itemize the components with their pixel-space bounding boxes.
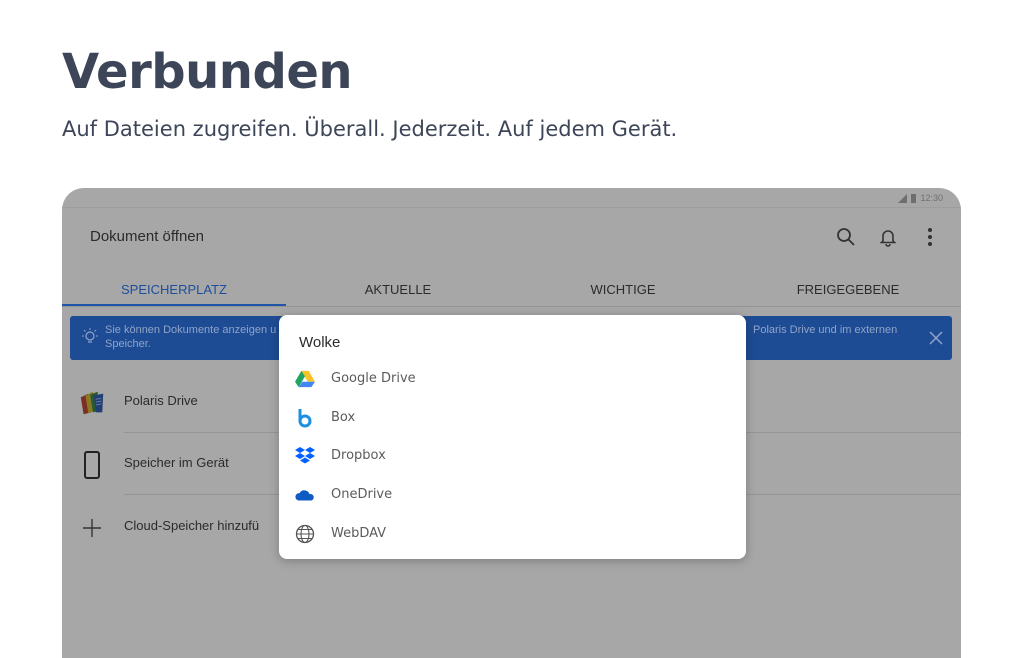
option-dropbox[interactable]: Dropbox xyxy=(279,437,746,475)
option-label: OneDrive xyxy=(331,487,393,502)
tab-freigegebene[interactable]: FREIGEGEBENE xyxy=(736,282,960,297)
status-divider xyxy=(62,207,961,208)
option-label: WebDAV xyxy=(331,526,387,541)
tab-aktuelle[interactable]: AKTUELLE xyxy=(286,282,510,297)
storage-item-label: Speicher im Gerät xyxy=(124,455,229,470)
lightbulb-icon xyxy=(82,328,98,351)
option-webdav[interactable]: WebDAV xyxy=(279,515,746,553)
option-label: Dropbox xyxy=(331,448,386,463)
page-headline: Verbunden xyxy=(62,44,353,100)
signal-icon xyxy=(898,193,908,203)
status-time: 12:30 xyxy=(920,193,943,203)
google-drive-icon xyxy=(295,369,315,389)
option-google-drive[interactable]: Google Drive xyxy=(279,360,746,398)
tab-speicherplatz[interactable]: SPEICHERPLATZ xyxy=(62,282,286,297)
banner-text-end: Polaris Drive und im externen xyxy=(753,324,898,336)
banner-text-start: Sie können Dokumente anzeigen u xyxy=(105,324,277,336)
app-title: Dokument öffnen xyxy=(90,228,204,245)
banner-text-line2: Speicher. xyxy=(105,338,151,350)
option-label: Google Drive xyxy=(331,371,416,386)
active-tab-indicator xyxy=(62,304,286,306)
option-box[interactable]: Box xyxy=(279,399,746,437)
box-icon xyxy=(295,408,315,428)
battery-icon xyxy=(911,193,917,203)
more-vert-icon[interactable] xyxy=(919,226,941,248)
status-bar: 12:30 xyxy=(898,191,943,205)
search-icon[interactable] xyxy=(835,226,857,248)
device-icon xyxy=(78,451,106,479)
option-onedrive[interactable]: OneDrive xyxy=(279,476,746,514)
page-subline: Auf Dateien zugreifen. Überall. Jederzei… xyxy=(62,117,678,141)
tab-bar: SPEICHERPLATZ AKTUELLE WICHTIGE FREIGEGE… xyxy=(62,276,961,307)
dropbox-icon xyxy=(295,446,315,466)
polaris-drive-icon xyxy=(78,389,106,417)
plus-icon xyxy=(78,514,106,542)
close-icon[interactable] xyxy=(928,330,944,346)
cloud-dialog: Wolke Google Drive Box Dropbox OneDrive … xyxy=(279,315,746,559)
onedrive-icon xyxy=(295,485,315,505)
storage-item-label: Polaris Drive xyxy=(124,393,198,408)
bell-icon[interactable] xyxy=(877,226,899,248)
globe-icon xyxy=(295,524,315,544)
toolbar xyxy=(835,226,941,248)
storage-item-label: Cloud-Speicher hinzufü xyxy=(124,518,260,533)
tab-wichtige[interactable]: WICHTIGE xyxy=(511,282,735,297)
option-label: Box xyxy=(331,410,356,425)
dialog-title: Wolke xyxy=(299,334,341,351)
